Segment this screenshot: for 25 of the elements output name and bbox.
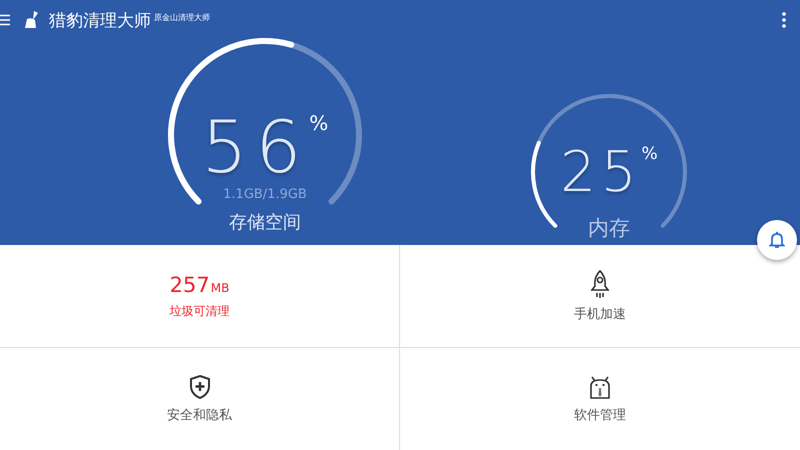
- tile-label: 软件管理: [574, 407, 626, 424]
- android-bag-icon: [588, 374, 612, 400]
- feature-tile[interactable]: 安全和隐私: [0, 348, 400, 450]
- menu-icon[interactable]: [0, 14, 10, 26]
- shield-plus-icon: [188, 374, 212, 400]
- percent-sign: %: [309, 111, 328, 135]
- size-unit: MB: [210, 280, 230, 294]
- tile-label: 手机加速: [574, 306, 626, 323]
- notification-button[interactable]: [757, 220, 797, 260]
- feature-tile[interactable]: 软件管理: [400, 348, 800, 450]
- percent-sign: %: [642, 144, 658, 164]
- tile-label: 安全和隐私: [167, 407, 232, 424]
- gauge-label: 内存: [588, 215, 630, 242]
- feature-tile[interactable]: 257 MB 垃圾可清理: [0, 245, 400, 348]
- more-icon[interactable]: [782, 12, 786, 28]
- percentage-value: 25: [560, 139, 642, 207]
- app-title: 猎豹清理大师: [49, 10, 151, 32]
- app-subtitle: 原金山清理大师: [154, 12, 210, 23]
- junk-size: 257: [170, 272, 210, 296]
- bell-icon: [769, 231, 785, 249]
- gauge-label: 存储空间: [229, 211, 301, 234]
- usage-detail: 1.1GB/1.9GB: [223, 187, 307, 202]
- percentage-value: 56: [202, 105, 310, 189]
- tile-label: 垃圾可清理: [170, 302, 230, 320]
- rocket-icon: [589, 269, 611, 299]
